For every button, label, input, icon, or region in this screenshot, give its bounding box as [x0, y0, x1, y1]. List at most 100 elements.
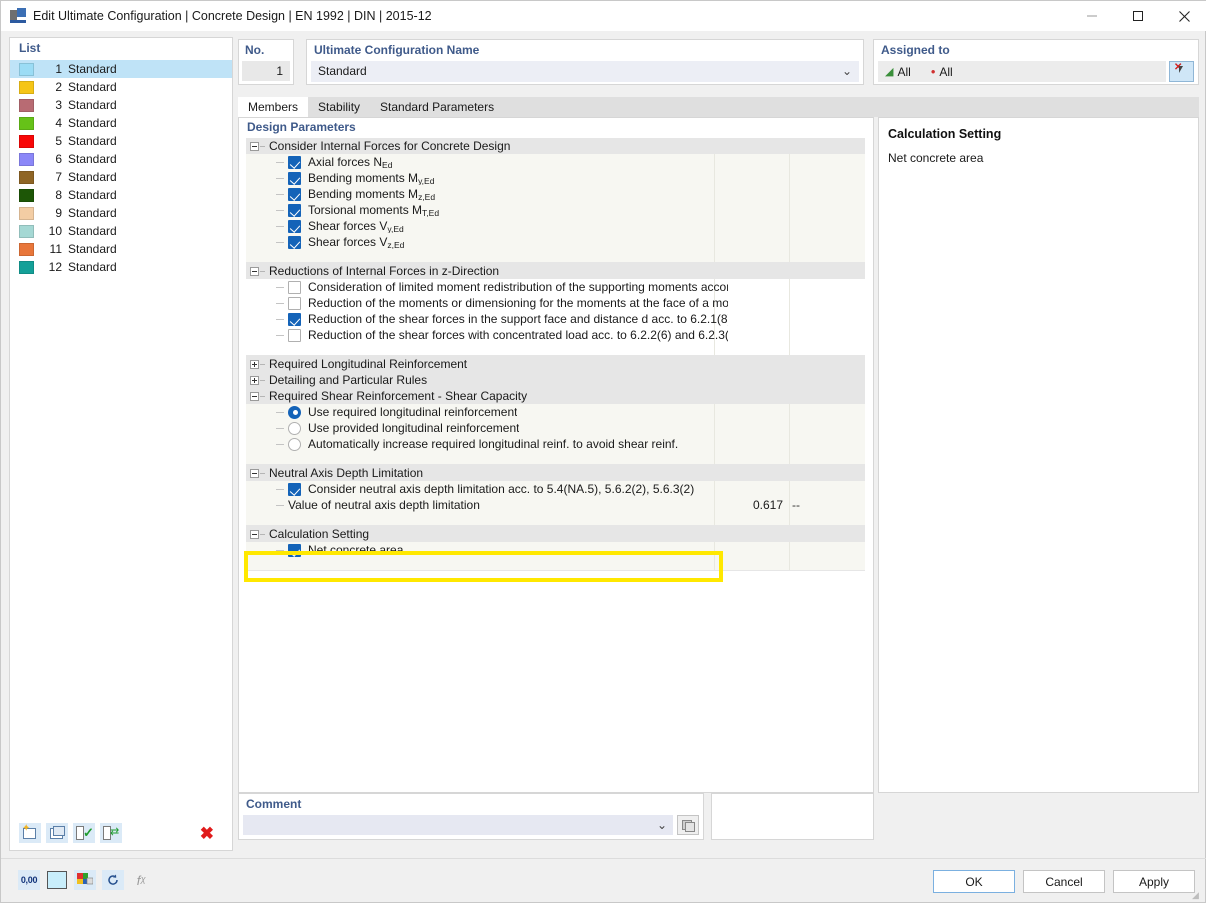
tree-row[interactable]: Consider neutral axis depth limitation a… [246, 481, 865, 497]
checkbox[interactable] [288, 543, 301, 557]
assigned-to-box: Assigned to ◢ All • All ✕ [873, 39, 1199, 85]
checkbox[interactable] [288, 328, 301, 342]
checkbox[interactable] [288, 280, 301, 294]
status-toolbar: 0,00 fᵡ [9, 865, 233, 895]
tree-connector [260, 364, 265, 365]
chevron-down-icon[interactable]: ⌄ [842, 61, 852, 82]
tree-row[interactable]: Shear forces Vy,Ed [246, 218, 865, 234]
label-style-icon[interactable] [74, 870, 96, 890]
number-value[interactable]: 1 [242, 61, 290, 81]
list-item-label: Standard [68, 98, 117, 112]
checkbox[interactable] [288, 312, 301, 326]
reset-icon[interactable] [102, 870, 124, 890]
tree-row[interactable]: Shear forces Vz,Ed [246, 234, 865, 250]
list-item[interactable]: 7 Standard [10, 168, 232, 186]
list-item[interactable]: 5 Standard [10, 132, 232, 150]
apply-button[interactable]: Apply [1113, 870, 1195, 893]
design-parameters-tree[interactable]: Consider Internal Forces for Concrete De… [246, 138, 865, 785]
configuration-name-input[interactable]: Standard ⌄ [311, 61, 859, 82]
delete-configuration-icon[interactable]: ✖ [200, 825, 214, 842]
minimize-icon[interactable] [1069, 1, 1115, 31]
list-item[interactable]: 11 Standard [10, 240, 232, 258]
list-item[interactable]: 12 Standard [10, 258, 232, 276]
tree-row[interactable]: Consideration of limited moment redistri… [246, 279, 865, 295]
tree-row[interactable]: Bending moments My,Ed [246, 170, 865, 186]
tree-group-label: Calculation Setting [269, 527, 370, 541]
tree-row[interactable]: Axial forces NEd [246, 154, 865, 170]
collapse-icon[interactable] [250, 529, 259, 539]
tree-row[interactable]: Use provided longitudinal reinforcement [246, 420, 865, 436]
expand-icon[interactable] [250, 359, 259, 369]
list-item[interactable]: 1 Standard [10, 60, 232, 78]
tree-connector [260, 146, 265, 147]
tree-group-header[interactable]: Calculation Setting [246, 526, 865, 542]
comment-library-icon[interactable] [677, 815, 699, 835]
maximize-icon[interactable] [1115, 1, 1161, 31]
ok-button[interactable]: OK [933, 870, 1015, 893]
collapse-icon[interactable] [250, 141, 259, 151]
tree-indent [246, 186, 288, 202]
collapse-icon[interactable] [250, 391, 259, 401]
list-item-label: Standard [68, 260, 117, 274]
tab-members[interactable]: Members [238, 97, 309, 117]
list-item[interactable]: 10 Standard [10, 222, 232, 240]
list-item[interactable]: 3 Standard [10, 96, 232, 114]
list-item[interactable]: 2 Standard [10, 78, 232, 96]
tree-row[interactable]: Bending moments Mz,Ed [246, 186, 865, 202]
configuration-name-label: Ultimate Configuration Name [314, 43, 480, 57]
radio-button[interactable] [288, 421, 301, 435]
tree-row[interactable]: Net concrete area [246, 542, 865, 558]
list-item[interactable]: 8 Standard [10, 186, 232, 204]
close-icon[interactable] [1161, 1, 1206, 31]
tree-row[interactable]: Use required longitudinal reinforcement [246, 404, 865, 420]
assigned-to-value[interactable]: ◢ All • All [878, 61, 1166, 82]
checkbox[interactable] [288, 171, 301, 185]
comment-input[interactable]: ⌄ [243, 815, 673, 835]
decimal-places-icon[interactable]: 0,00 [18, 870, 40, 890]
tree-row[interactable]: Reduction of the moments or dimensioning… [246, 295, 865, 311]
checkbox[interactable] [288, 203, 301, 217]
checkbox[interactable] [288, 235, 301, 249]
expand-icon[interactable] [250, 375, 259, 385]
chevron-down-icon[interactable]: ⌄ [657, 818, 667, 832]
tree-group-header[interactable]: Neutral Axis Depth Limitation [246, 465, 865, 481]
list-item[interactable]: 9 Standard [10, 204, 232, 222]
checkbox[interactable] [288, 219, 301, 233]
tree-group-header[interactable]: Detailing and Particular Rules [246, 372, 865, 388]
tree-group-header[interactable]: Required Shear Reinforcement - Shear Cap… [246, 388, 865, 404]
select-all-icon[interactable]: ✓ [73, 823, 95, 843]
checkbox[interactable] [288, 187, 301, 201]
new-configuration-icon[interactable]: ✦ [19, 823, 41, 843]
configuration-list[interactable]: 1 Standard 2 Standard 3 Standard 4 Standard 5 Sta… [10, 60, 232, 814]
tree-row-label: Consider neutral axis depth limitation a… [308, 482, 695, 496]
tree-row[interactable]: Automatically increase required longitud… [246, 436, 865, 452]
pick-in-graphic-icon[interactable]: ✕ [1169, 61, 1194, 82]
collapse-icon[interactable] [250, 266, 259, 276]
tree-group-header[interactable]: Consider Internal Forces for Concrete De… [246, 138, 865, 154]
cancel-button[interactable]: Cancel [1023, 870, 1105, 893]
checkbox[interactable] [288, 155, 301, 169]
copy-configuration-icon[interactable] [46, 823, 68, 843]
tree-row[interactable]: Reduction of the shear forces in the sup… [246, 311, 865, 327]
tab-standard-parameters[interactable]: Standard Parameters [370, 97, 505, 117]
color-swatch-icon[interactable] [46, 870, 68, 890]
list-item[interactable]: 6 Standard [10, 150, 232, 168]
tree-group-header[interactable]: Reductions of Internal Forces in z-Direc… [246, 263, 865, 279]
tree-group-header[interactable]: Required Longitudinal Reinforcement [246, 356, 865, 372]
radio-button[interactable] [288, 405, 301, 419]
tree-indent [246, 481, 288, 497]
tree-row[interactable]: Value of neutral axis depth limitation 0.… [246, 497, 865, 513]
tree-row[interactable]: Reduction of the shear forces with conce… [246, 327, 865, 343]
resize-grip[interactable]: ◢ [1192, 890, 1202, 900]
list-item[interactable]: 4 Standard [10, 114, 232, 132]
list-item-label: Standard [68, 206, 117, 220]
collapse-icon[interactable] [250, 468, 259, 478]
radio-button[interactable] [288, 437, 301, 451]
tree-row[interactable]: Torsional moments MT,Ed [246, 202, 865, 218]
checkbox[interactable] [288, 296, 301, 310]
tree-row-value[interactable]: 0.617 [714, 497, 789, 513]
checkbox[interactable] [288, 482, 301, 496]
tab-stability[interactable]: Stability [308, 97, 371, 117]
tree-group-spacer [246, 558, 865, 570]
invert-selection-icon[interactable]: ⇄ [100, 823, 122, 843]
